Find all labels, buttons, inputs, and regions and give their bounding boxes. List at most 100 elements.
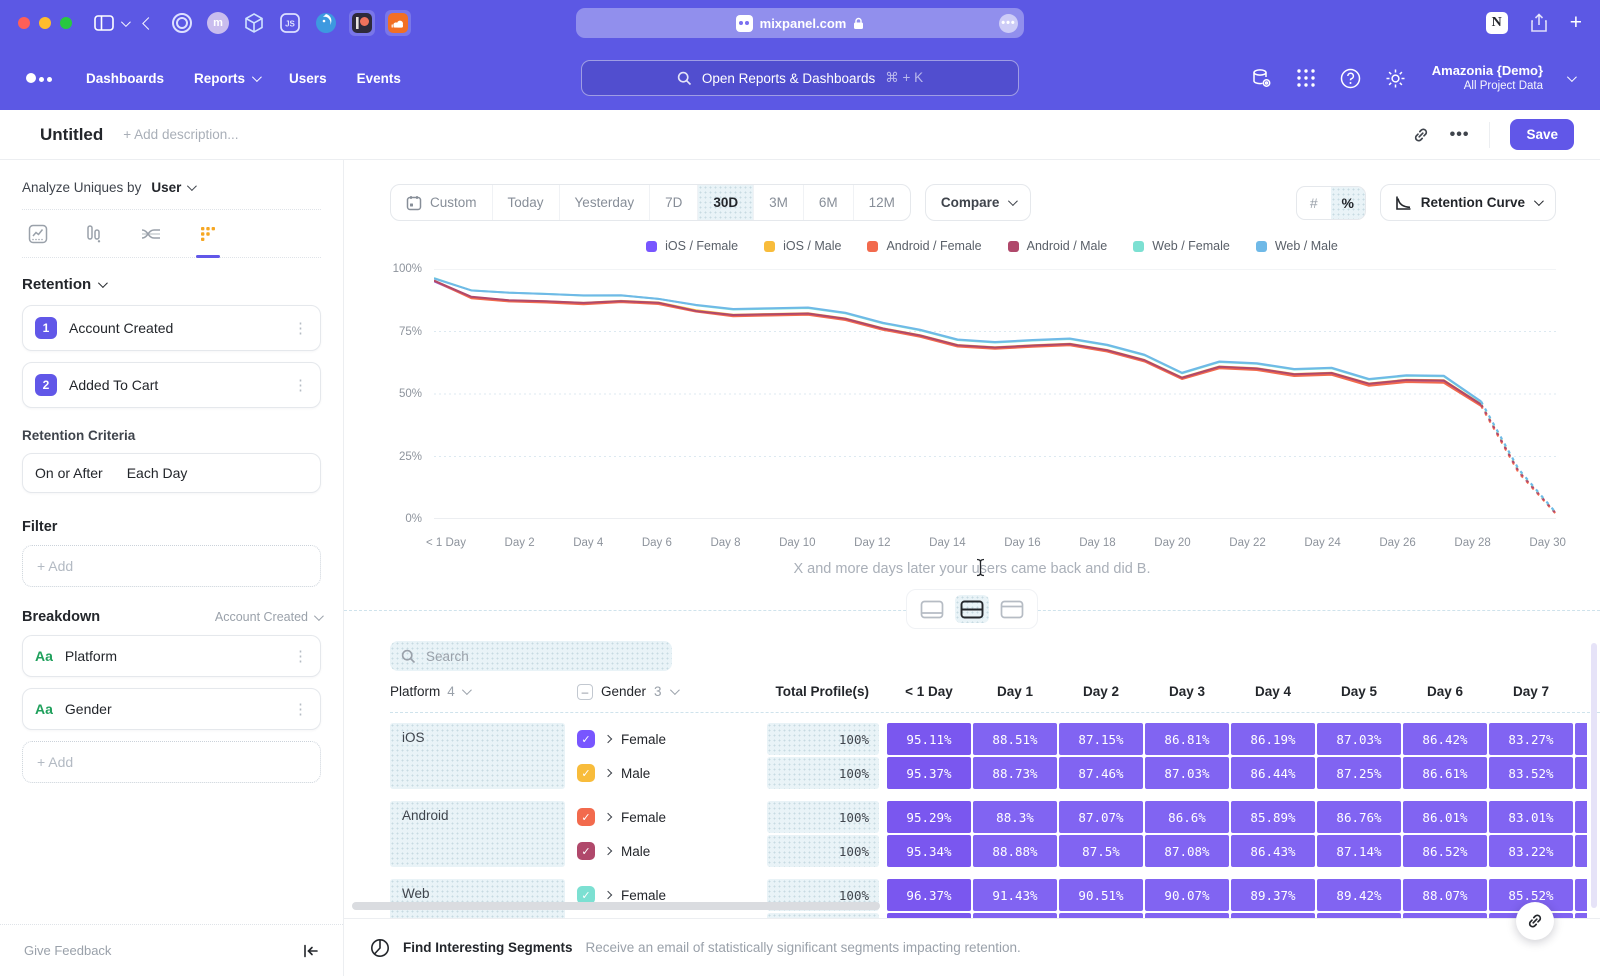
retention-value-cell[interactable]: 95.37% [887,757,971,789]
legend-item[interactable]: iOS / Female [646,239,738,253]
retention-value-cell[interactable]: 83.27% [1489,723,1573,755]
report-title[interactable]: Untitled [40,125,103,145]
range-today[interactable]: Today [492,185,559,220]
retention-value-cell[interactable]: 88.88% [973,835,1057,867]
copy-link-icon[interactable] [1412,126,1430,144]
retention-value-cell[interactable]: 87.03% [1317,723,1401,755]
retention-value-cell[interactable]: 87.14% [1317,835,1401,867]
retention-value-cell[interactable]: 90.07% [1145,879,1229,911]
legend-item[interactable]: Android / Male [1008,239,1108,253]
range-7d[interactable]: 7D [649,185,697,220]
expand-chevron-icon[interactable] [604,735,612,743]
retention-value-cell[interactable]: 88.51% [973,723,1057,755]
gender-cell[interactable]: ✓Male [577,757,767,789]
legend-item[interactable]: Android / Female [867,239,981,253]
nav-users[interactable]: Users [289,71,327,86]
chart-type-dropdown[interactable]: Retention Curve [1380,184,1556,221]
retention-value-cell[interactable]: 89.43% [1231,913,1315,918]
breakdown-scope-selector[interactable]: Account Created [215,610,321,624]
notion-extension-icon[interactable]: N [1486,12,1508,34]
retention-value-cell[interactable]: 96.37% [887,879,971,911]
cube-icon[interactable] [241,10,267,36]
day-column-header[interactable]: Day 2 [1059,684,1143,699]
retention-value-cell[interactable]: 91.43% [973,879,1057,911]
add-breakdown-button[interactable]: + Add [22,741,321,783]
give-feedback-link[interactable]: Give Feedback [24,943,111,958]
tab-flows[interactable] [140,223,162,245]
platform-column-header[interactable]: Platform 4 [390,684,565,699]
platform-cell[interactable]: Android [390,801,565,867]
range-12m[interactable]: 12M [853,185,910,220]
day-column-header[interactable]: Day 6 [1403,684,1487,699]
segments-title[interactable]: Find Interesting Segments [403,940,573,955]
retention-value-cell[interactable]: 89.42% [1317,879,1401,911]
gender-cell[interactable]: ✓Male [577,835,767,867]
gender-cell[interactable]: ✓Female [577,801,767,833]
retention-value-cell[interactable]: 96.24% [887,913,971,918]
nav-reports[interactable]: Reports [194,71,259,86]
retention-value-cell[interactable]: 88.07% [1403,879,1487,911]
expand-chevron-icon[interactable] [604,891,612,899]
retention-value-cell[interactable]: 83.52% [1489,757,1573,789]
mixpanel-logo[interactable] [26,73,52,83]
legend-item[interactable]: Web / Female [1133,239,1230,253]
retention-value-cell[interactable]: 89.37% [1231,879,1315,911]
retention-value-cell[interactable]: 95.11% [887,723,971,755]
retention-value-cell[interactable]: 88.73% [973,757,1057,789]
zoom-window-button[interactable] [60,17,72,29]
patreon-icon[interactable] [349,10,375,36]
back-button-icon[interactable] [144,19,153,28]
retention-value-cell[interactable]: 83.22% [1489,835,1573,867]
table-search-input[interactable]: Search [390,641,672,671]
new-tab-icon[interactable]: + [1570,11,1582,35]
retention-value-cell[interactable]: 95.34% [887,835,971,867]
gender-column-header[interactable]: – Gender 3 [577,684,767,700]
gender-cell[interactable]: ✓Female [577,723,767,755]
kebab-menu-icon[interactable]: ⋮ [293,376,308,394]
retention-value-cell[interactable]: 88.3% [973,801,1057,833]
duckduckgo-icon[interactable] [313,10,339,36]
apps-grid-icon[interactable] [1296,68,1316,88]
layout-table-only-button[interactable] [995,595,1029,623]
breakdown-gender[interactable]: Aa Gender ⋮ [22,688,321,730]
retention-value-cell[interactable]: 87.07% [1059,801,1143,833]
retention-step-b[interactable]: 2 Added To Cart ⋮ [22,362,321,408]
nav-events[interactable]: Events [357,71,401,86]
series-checkbox[interactable]: ✓ [577,808,595,826]
retention-value-cell[interactable]: 90.51% [1059,879,1143,911]
select-all-checkbox[interactable]: – [577,684,593,700]
layout-chart-only-button[interactable] [915,595,949,623]
add-description[interactable]: + Add description... [123,127,238,142]
soundcloud-icon[interactable] [385,10,411,36]
criteria-mode[interactable]: On or After [35,465,103,481]
compare-dropdown[interactable]: Compare [925,184,1032,221]
retention-value-cell[interactable]: 87.03% [1145,757,1229,789]
gender-cell[interactable]: ✓Male [577,913,767,918]
retention-value-cell[interactable]: 86.43% [1231,835,1315,867]
share-link-button[interactable] [1516,902,1554,940]
tab-funnels[interactable] [84,223,104,245]
retention-value-cell[interactable]: 91.41% [973,913,1057,918]
retention-value-cell[interactable]: 86.6% [1145,801,1229,833]
horizontal-scrollbar[interactable] [352,902,880,910]
retention-value-cell[interactable]: 86.42% [1403,723,1487,755]
add-filter-button[interactable]: + Add [22,545,321,587]
expand-chevron-icon[interactable] [604,847,612,855]
series-checkbox[interactable]: ✓ [577,730,595,748]
global-search[interactable]: Open Reports & Dashboards ⌘ + K [581,60,1019,96]
day-column-header[interactable]: Day 5 [1317,684,1401,699]
retention-section-label[interactable]: Retention [22,276,91,293]
percent-toggle[interactable]: % [1331,187,1365,219]
tab-insights[interactable] [28,223,48,245]
retention-value-cell[interactable]: 86.81% [1145,723,1229,755]
kebab-menu-icon[interactable]: ⋮ [293,700,308,718]
retention-value-cell[interactable]: 86.01% [1403,801,1487,833]
data-management-icon[interactable] [1251,68,1272,89]
settings-gear-icon[interactable] [1385,68,1406,89]
kebab-menu-icon[interactable]: ⋮ [293,647,308,665]
absolute-toggle[interactable]: # [1297,187,1331,219]
day-column-header[interactable]: Day 1 [973,684,1057,699]
retention-value-cell[interactable]: 86.52% [1403,835,1487,867]
series-checkbox[interactable]: ✓ [577,842,595,860]
retention-value-cell[interactable]: 88.04% [1403,913,1487,918]
